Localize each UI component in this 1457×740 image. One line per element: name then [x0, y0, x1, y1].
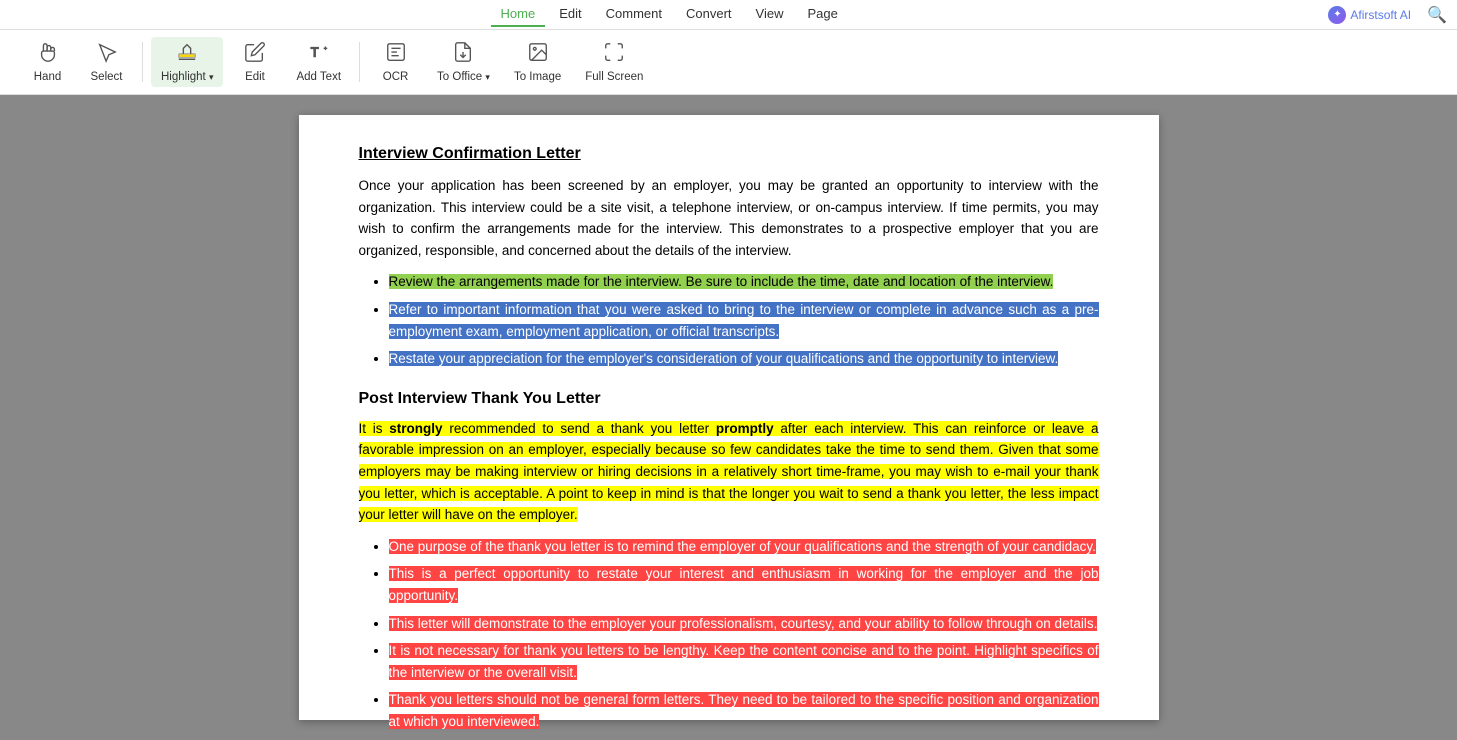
- search-icon[interactable]: 🔍: [1427, 5, 1447, 25]
- menu-item-view[interactable]: View: [746, 2, 794, 27]
- s2-bullet5: Thank you letters should not be general …: [389, 692, 1099, 729]
- para2-text2: strongly: [389, 421, 442, 436]
- ai-badge: ✦ Afirstsoft AI: [1328, 6, 1411, 24]
- svg-text:T: T: [311, 45, 319, 60]
- toolbar-separator: [142, 42, 143, 82]
- bullet3-text: Restate your appreciation for the employ…: [389, 351, 1059, 366]
- para2-text1: It is: [359, 421, 390, 436]
- toimage-icon: [527, 41, 549, 67]
- toolbar: Hand Select Highlight ▾ Edit T Add Text OCR To …: [0, 30, 1457, 95]
- edit-icon: [244, 41, 266, 67]
- tool-select[interactable]: Select: [79, 37, 134, 87]
- list-item: This letter will demonstrate to the empl…: [389, 613, 1099, 635]
- tool-edit[interactable]: Edit: [227, 37, 282, 87]
- menu-items: HomeEditCommentConvertViewPage: [10, 2, 1328, 27]
- tool-hand[interactable]: Hand: [20, 37, 75, 87]
- menu-item-page[interactable]: Page: [797, 2, 847, 27]
- bullet2-text: Refer to important information that you …: [389, 302, 1099, 339]
- section2-para: It is strongly recommended to send a tha…: [359, 418, 1099, 526]
- tooffice-icon: [452, 41, 474, 67]
- menu-item-edit[interactable]: Edit: [549, 2, 591, 27]
- tool-tooffice[interactable]: To Office ▾: [427, 37, 500, 87]
- tool-ocr[interactable]: OCR: [368, 37, 423, 87]
- tooffice-label: To Office ▾: [437, 71, 490, 83]
- toolbar-separator: [359, 42, 360, 82]
- ocr-label: OCR: [383, 71, 409, 83]
- para2-text3: recommended to send a thank you letter: [443, 421, 716, 436]
- s2-bullet3: This letter will demonstrate to the empl…: [389, 616, 1098, 631]
- tool-addtext[interactable]: T Add Text: [286, 37, 351, 87]
- list-item: Thank you letters should not be general …: [389, 689, 1099, 732]
- list-item: Restate your appreciation for the employ…: [389, 348, 1099, 370]
- ocr-icon: [385, 41, 407, 67]
- fullscreen-label: Full Screen: [585, 71, 643, 83]
- addtext-icon: T: [308, 41, 330, 67]
- hand-icon: [37, 41, 59, 67]
- menu-item-home[interactable]: Home: [491, 2, 546, 27]
- doc-page: Interview Confirmation Letter Once your …: [299, 115, 1159, 720]
- tool-highlight[interactable]: Highlight ▾: [151, 37, 223, 87]
- edit-label: Edit: [245, 71, 265, 83]
- list-item: It is not necessary for thank you letter…: [389, 640, 1099, 683]
- hand-label: Hand: [34, 71, 62, 83]
- s2-bullet2: This is a perfect opportunity to restate…: [389, 566, 1099, 603]
- section2-title: Post Interview Thank You Letter: [359, 390, 1099, 408]
- main-area: Interview Confirmation Letter Once your …: [0, 95, 1457, 740]
- doc-container[interactable]: Interview Confirmation Letter Once your …: [0, 95, 1457, 740]
- addtext-label: Add Text: [296, 71, 341, 83]
- highlight-icon: [176, 41, 198, 67]
- tool-fullscreen[interactable]: Full Screen: [575, 37, 653, 87]
- menu-bar: HomeEditCommentConvertViewPage ✦ Afirsts…: [0, 0, 1457, 30]
- list-item: Review the arrangements made for the int…: [389, 271, 1099, 293]
- toimage-label: To Image: [514, 71, 561, 83]
- ai-icon: ✦: [1328, 6, 1346, 24]
- menu-right: ✦ Afirstsoft AI 🔍: [1328, 5, 1447, 25]
- bullet1-text: Review the arrangements made for the int…: [389, 274, 1054, 289]
- section2-bullets: One purpose of the thank you letter is t…: [389, 536, 1099, 733]
- para2-text4: promptly: [716, 421, 774, 436]
- list-item: Refer to important information that you …: [389, 299, 1099, 342]
- section1-title: Interview Confirmation Letter: [359, 145, 1099, 163]
- section1-bullets: Review the arrangements made for the int…: [389, 271, 1099, 369]
- menu-item-comment[interactable]: Comment: [596, 2, 672, 27]
- ai-label: Afirstsoft AI: [1350, 8, 1411, 22]
- s2-bullet4: It is not necessary for thank you letter…: [389, 643, 1099, 680]
- list-item: One purpose of the thank you letter is t…: [389, 536, 1099, 558]
- highlight-label: Highlight ▾: [161, 71, 213, 83]
- list-item: This is a perfect opportunity to restate…: [389, 563, 1099, 606]
- fullscreen-icon: [603, 41, 625, 67]
- section1-para: Once your application has been screened …: [359, 175, 1099, 261]
- tool-toimage[interactable]: To Image: [504, 37, 571, 87]
- select-icon: [96, 41, 118, 67]
- select-label: Select: [91, 71, 123, 83]
- s2-bullet1: One purpose of the thank you letter is t…: [389, 539, 1096, 554]
- menu-item-convert[interactable]: Convert: [676, 2, 742, 27]
